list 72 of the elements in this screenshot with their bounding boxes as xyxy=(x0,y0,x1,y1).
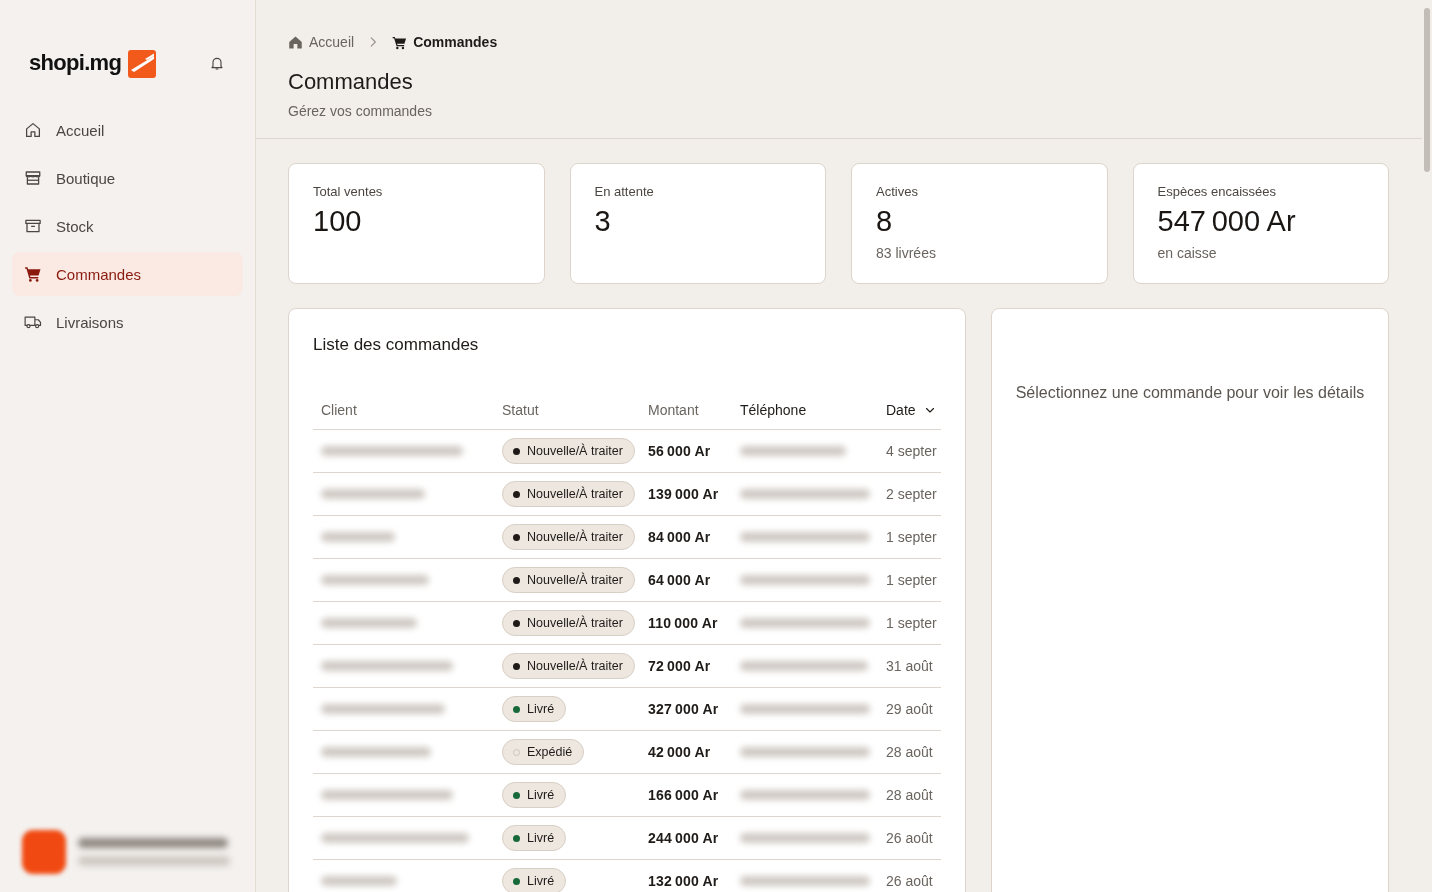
stat-label: En attente xyxy=(594,184,655,200)
stat-note: 83 livrées xyxy=(876,244,937,262)
column-header: Client xyxy=(320,401,358,418)
amount-cell-text: 56 000 Ar xyxy=(647,443,712,459)
panel-title: Liste des commandes xyxy=(313,334,480,356)
sidebar-item[interactable]: Commandes xyxy=(12,252,243,296)
stat-value: 547 000 Ar xyxy=(1157,204,1297,238)
logo-text: shopi.mg xyxy=(29,49,122,77)
scrollbar[interactable] xyxy=(1422,0,1432,892)
date-cell-text: 29 août xyxy=(885,701,934,717)
column-header: Montant xyxy=(647,401,700,418)
amount-cell-text: 110 000 Ar xyxy=(647,615,719,631)
stat-note: en caisse xyxy=(1157,244,1218,262)
amount-cell-text: 166 000 Ar xyxy=(647,787,720,803)
logo-icon xyxy=(128,50,157,78)
sidebar-item[interactable]: Stock xyxy=(12,204,243,248)
notifications-button[interactable] xyxy=(209,55,225,71)
empty-state-text: Sélectionnez une commande pour voir les détails xyxy=(1015,383,1365,403)
amount-cell-text: 132 000 Ar xyxy=(647,873,720,889)
cart-icon xyxy=(24,265,42,283)
date-cell-text: 1 septer xyxy=(885,572,938,588)
status-badge: Livré xyxy=(502,868,567,892)
storefront-icon xyxy=(24,169,42,187)
date-cell-text: 4 septer xyxy=(885,443,938,459)
status-badge: Livré xyxy=(502,825,567,851)
date-cell-text: 26 août xyxy=(885,830,934,846)
avatar-icon xyxy=(22,830,66,874)
status-badge: Nouvelle/À traiter xyxy=(502,524,635,550)
column-header[interactable]: Date xyxy=(878,401,941,418)
sidebar-item[interactable]: Livraisons xyxy=(12,300,243,344)
amount-cell-text: 64 000 Ar xyxy=(647,572,712,588)
archive-box-icon xyxy=(24,217,42,235)
date-cell-text: 1 septer xyxy=(885,529,938,545)
stat-value: 8 xyxy=(876,204,894,238)
truck-icon xyxy=(24,313,42,331)
date-cell-text: 31 août xyxy=(885,658,934,674)
stat-label: Total ventes xyxy=(313,184,384,200)
page-title: Commandes xyxy=(288,70,414,94)
sidebar-item[interactable]: Boutique xyxy=(12,156,243,200)
amount-cell-text: 42 000 Ar xyxy=(647,744,712,760)
date-cell-text: 28 août xyxy=(885,787,934,803)
amount-cell-text: 72 000 Ar xyxy=(647,658,712,674)
stat-value: 100 xyxy=(313,204,363,238)
status-badge: Nouvelle/À traiter xyxy=(502,567,635,593)
breadcrumb-link[interactable]: Accueil xyxy=(288,34,355,50)
amount-cell-text: 139 000 Ar xyxy=(647,486,720,502)
page-subtitle: Gérez vos commandes xyxy=(288,102,433,120)
amount-cell-text: 244 000 Ar xyxy=(647,830,720,846)
breadcrumb-link[interactable]: Commandes xyxy=(392,34,498,50)
stat-label: Espèces encaissées xyxy=(1157,184,1277,200)
bell-icon xyxy=(209,55,225,71)
status-badge: Nouvelle/À traiter xyxy=(502,481,635,507)
sidebar-item[interactable]: Accueil xyxy=(12,108,243,152)
amount-cell-text: 84 000 Ar xyxy=(647,529,712,545)
status-badge: Nouvelle/À traiter xyxy=(502,438,635,464)
home-icon xyxy=(288,34,303,50)
column-header: Statut xyxy=(501,401,540,418)
status-badge: Livré xyxy=(502,696,567,722)
status-badge: Nouvelle/À traiter xyxy=(502,653,635,679)
status-badge: Nouvelle/À traiter xyxy=(502,610,635,636)
amount-cell-text: 327 000 Ar xyxy=(647,701,720,717)
status-badge: Livré xyxy=(502,782,567,808)
date-cell-text: 2 septer xyxy=(885,486,938,502)
column-header: Téléphone xyxy=(739,401,808,418)
status-badge: Expédié xyxy=(502,739,585,765)
cart-icon xyxy=(392,34,408,50)
home-icon xyxy=(24,121,42,139)
stat-value: 3 xyxy=(594,204,612,238)
date-cell-text: 26 août xyxy=(885,873,934,889)
stat-label: Actives xyxy=(876,184,919,200)
date-cell-text: 1 septer xyxy=(885,615,938,631)
date-cell-text: 28 août xyxy=(885,744,934,760)
